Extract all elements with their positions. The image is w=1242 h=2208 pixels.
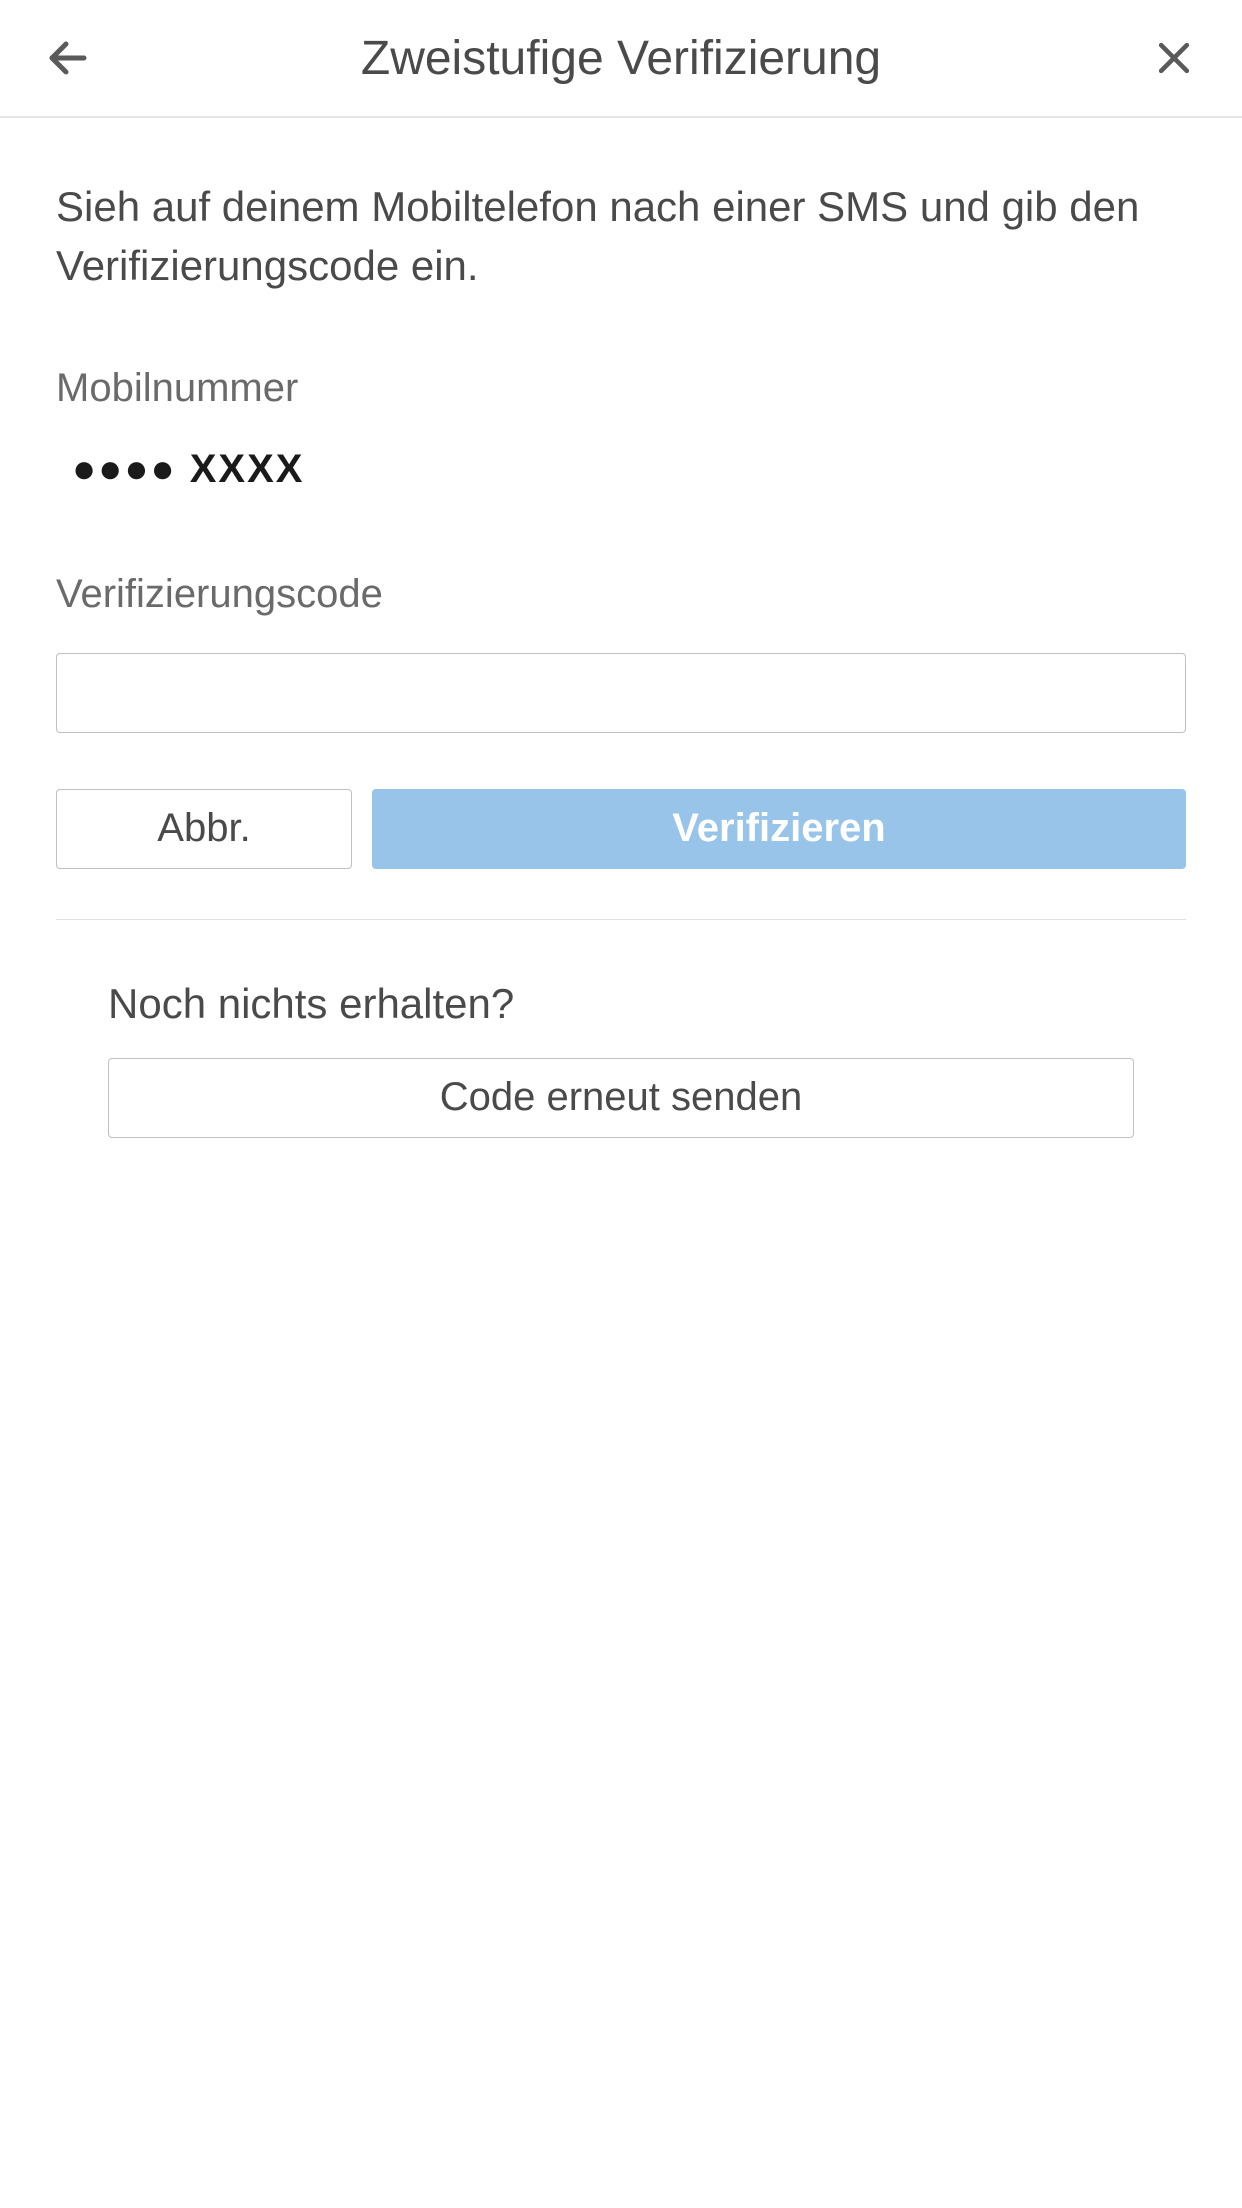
close-icon: [1152, 36, 1196, 80]
header: Zweistufige Verifizierung: [0, 0, 1242, 118]
verification-code-input[interactable]: [56, 653, 1186, 733]
arrow-left-icon: [44, 34, 92, 82]
cancel-button[interactable]: Abbr.: [56, 789, 352, 869]
page-title: Zweistufige Verifizierung: [96, 31, 1146, 86]
content-area: Sieh auf deinem Mobiltelefon nach einer …: [0, 118, 1242, 1138]
resend-code-button[interactable]: Code erneut senden: [108, 1058, 1134, 1138]
button-row: Abbr. Verifizieren: [56, 789, 1186, 869]
resend-prompt: Noch nichts erhalten?: [108, 980, 1134, 1028]
close-button[interactable]: [1146, 30, 1202, 86]
verify-button[interactable]: Verifizieren: [372, 789, 1186, 869]
resend-section: Noch nichts erhalten? Code erneut senden: [56, 980, 1186, 1138]
back-button[interactable]: [40, 30, 96, 86]
instruction-text: Sieh auf deinem Mobiltelefon nach einer …: [56, 178, 1186, 296]
divider: [56, 919, 1186, 920]
mobile-number-value: ●●●● XXXX: [56, 447, 1186, 492]
verification-code-label: Verifizierungscode: [56, 572, 1186, 617]
mobile-number-label: Mobilnummer: [56, 366, 1186, 411]
